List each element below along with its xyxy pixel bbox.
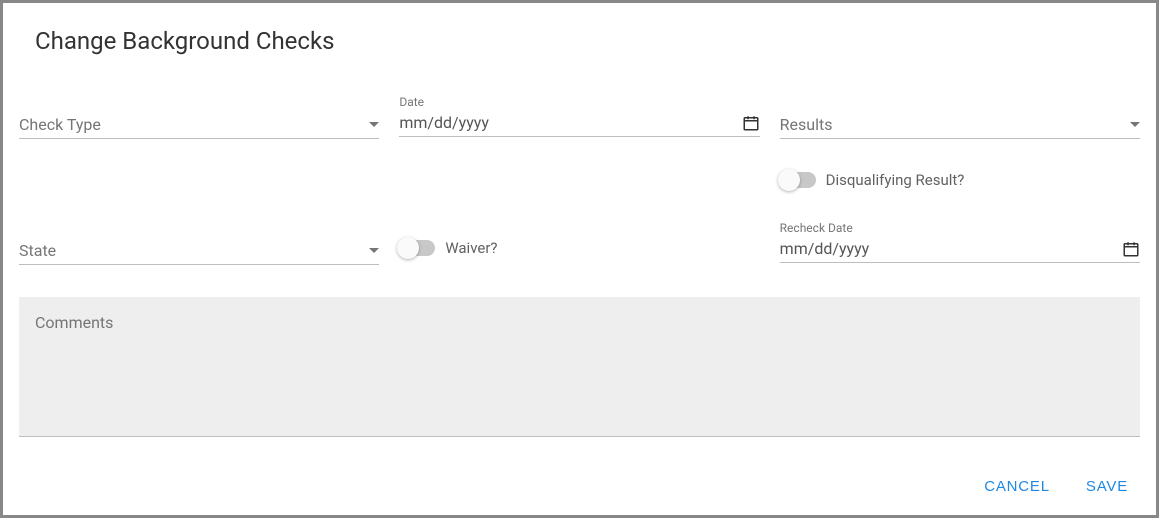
date-placeholder: mm/dd/yyyy: [399, 113, 741, 132]
recheck-date-placeholder: mm/dd/yyyy: [780, 239, 1122, 258]
date-field: Date mm/dd/yyyy: [399, 95, 759, 139]
recheck-date-label: Recheck Date: [780, 221, 1140, 235]
dialog-actions: CANCEL SAVE: [976, 472, 1136, 501]
cancel-button[interactable]: CANCEL: [976, 472, 1058, 501]
calendar-icon[interactable]: [1122, 240, 1140, 258]
disqualifying-toggle[interactable]: [780, 172, 816, 188]
date-label: Date: [399, 95, 759, 109]
recheck-date-field: Recheck Date mm/dd/yyyy: [780, 221, 1140, 265]
results-dropdown[interactable]: Results: [780, 95, 1140, 139]
state-dropdown[interactable]: State: [19, 221, 379, 265]
waiver-label: Waiver?: [445, 239, 497, 257]
change-background-checks-dialog: Change Background Checks Check Type Date…: [3, 3, 1156, 515]
results-label: Results: [780, 115, 1130, 134]
toggle-knob: [778, 169, 800, 191]
calendar-icon[interactable]: [742, 114, 760, 132]
check-type-field: Check Type: [19, 95, 379, 139]
comments-label: Comments: [35, 313, 113, 332]
check-type-dropdown[interactable]: Check Type: [19, 95, 379, 139]
chevron-down-icon: [369, 122, 379, 127]
state-field: State: [19, 221, 379, 265]
disqualifying-field: Disqualifying Result?: [780, 171, 1140, 189]
save-button[interactable]: SAVE: [1078, 472, 1136, 501]
chevron-down-icon: [369, 248, 379, 253]
comments-textarea[interactable]: Comments: [19, 297, 1140, 437]
waiver-field: Waiver?: [399, 221, 759, 265]
results-field: Results: [780, 95, 1140, 139]
date-input[interactable]: mm/dd/yyyy: [399, 113, 759, 137]
check-type-label: Check Type: [19, 115, 369, 134]
chevron-down-icon: [1130, 122, 1140, 127]
recheck-date-input[interactable]: mm/dd/yyyy: [780, 239, 1140, 263]
toggle-knob: [397, 237, 419, 259]
dialog-title: Change Background Checks: [19, 27, 1140, 55]
empty-cell: [399, 171, 759, 189]
empty-cell: [19, 171, 379, 189]
waiver-toggle[interactable]: [399, 240, 435, 256]
form-grid: Check Type Date mm/dd/yyyy: [19, 95, 1140, 437]
state-label: State: [19, 241, 369, 260]
disqualifying-label: Disqualifying Result?: [826, 171, 965, 189]
